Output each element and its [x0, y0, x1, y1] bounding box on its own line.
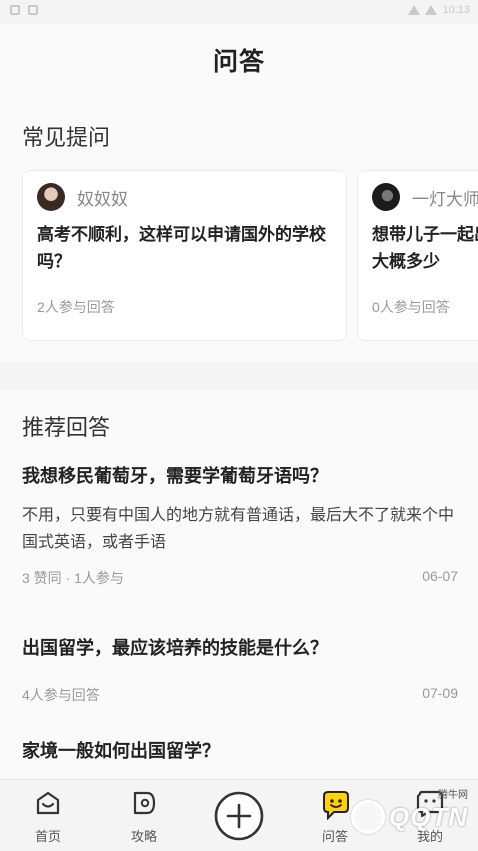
tab-guide[interactable]: 攻略: [96, 780, 192, 851]
faq-card-question[interactable]: 想带儿子一起出国，不知道一年生活费大概多少: [372, 221, 478, 275]
recommended-answer[interactable]: 不用，只要有中国人的地方就有普通话，最后大不了就来个中国式英语，或者手语: [22, 502, 458, 556]
watermark-logo-icon: [350, 800, 385, 834]
tab-add[interactable]: [191, 780, 287, 851]
recommended-meta: 4人参与回答: [22, 687, 100, 703]
status-indicators: 10:13: [408, 4, 470, 16]
faq-card-carousel[interactable]: 奴奴奴 高考不顺利，这样可以申请国外的学校吗？ 2人参与回答 一灯大师 想带儿子…: [22, 170, 478, 341]
notification-icon: [10, 5, 20, 15]
faq-card[interactable]: 一灯大师 想带儿子一起出国，不知道一年生活费大概多少 0人参与回答: [357, 170, 478, 341]
faq-section: 常见提问 奴奴奴 高考不顺利，这样可以申请国外的学校吗？ 2人参与回答 一灯大师…: [0, 100, 478, 362]
guide-icon: [133, 791, 156, 815]
recommended-section: 推荐回答 我想移民葡萄牙，需要学葡萄牙语吗？ 不用，只要有中国人的地方就有普通话…: [0, 390, 478, 779]
watermark-small-text: 腾牛网: [438, 790, 468, 801]
add-icon: [214, 791, 264, 841]
status-time: 10:13: [442, 4, 470, 16]
avatar[interactable]: [372, 183, 400, 211]
watermark: QQTN 腾牛网: [350, 790, 468, 834]
status-notification-icons: [10, 5, 38, 15]
faq-card-username[interactable]: 奴奴奴: [77, 185, 128, 210]
recommended-question[interactable]: 我想移民葡萄牙，需要学葡萄牙语吗？: [22, 462, 458, 488]
tab-home-label: 首页: [34, 829, 61, 844]
faq-section-title: 常见提问: [22, 125, 111, 150]
faq-card-meta: 0人参与回答: [372, 299, 450, 315]
page-title: 问答: [212, 48, 265, 76]
watermark-text: QQTN: [388, 801, 468, 832]
list-item[interactable]: 家境一般如何出国留学？: [22, 737, 458, 763]
recommended-footer: 3 赞同 · 1人参与 06-07: [22, 568, 458, 588]
tab-guide-label: 攻略: [130, 829, 157, 844]
list-item[interactable]: 我想移民葡萄牙，需要学葡萄牙语吗？ 不用，只要有中国人的地方就有普通话，最后大不…: [22, 462, 458, 588]
recommended-question[interactable]: 出国留学，最应该培养的技能是什么？: [22, 634, 458, 660]
page-header: 问答: [0, 24, 478, 100]
avatar[interactable]: [37, 183, 65, 211]
faq-card-username[interactable]: 一灯大师: [412, 185, 478, 210]
faq-card-user: 奴奴奴: [37, 183, 332, 211]
tab-home[interactable]: 首页: [0, 780, 96, 851]
home-icon: [36, 791, 60, 815]
qa-bubble-icon: [323, 791, 349, 820]
status-bar: 10:13: [0, 0, 478, 24]
recommended-question[interactable]: 家境一般如何出国留学？: [22, 737, 458, 763]
faq-card-user: 一灯大师: [372, 183, 478, 211]
recommended-footer: 4人参与回答 07-09: [22, 685, 458, 705]
faq-card-meta: 2人参与回答: [37, 299, 115, 315]
faq-card-question[interactable]: 高考不顺利，这样可以申请国外的学校吗？: [37, 221, 332, 275]
recommended-section-title: 推荐回答: [22, 415, 111, 440]
recommended-date: 06-07: [422, 568, 458, 584]
list-item[interactable]: 出国留学，最应该培养的技能是什么？ 4人参与回答 07-09: [22, 634, 458, 705]
wifi-icon: [408, 5, 421, 15]
recommended-date: 07-09: [422, 685, 458, 701]
signal-icon: [425, 5, 438, 15]
notification-icon: [28, 5, 38, 15]
recommended-meta: 3 赞同 · 1人参与: [22, 570, 124, 586]
faq-card[interactable]: 奴奴奴 高考不顺利，这样可以申请国外的学校吗？ 2人参与回答: [22, 170, 347, 341]
